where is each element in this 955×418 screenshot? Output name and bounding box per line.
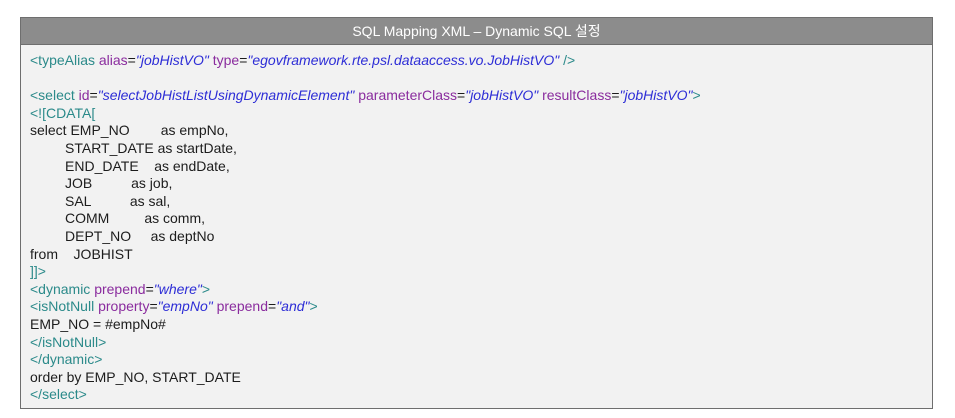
code-text: JOB as job, (30, 175, 173, 192)
code-line: COMM as comm, (30, 210, 923, 228)
box-title: SQL Mapping XML – Dynamic SQL 설정 (352, 23, 601, 39)
xml-tag: > (201, 280, 211, 297)
xml-tag: /> (559, 52, 576, 68)
code-line: EMP_NO = #empNo# (30, 316, 923, 334)
code-text: COMM as comm, (30, 210, 206, 227)
xml-tag: </select> (30, 386, 87, 403)
xml-tag: > (309, 298, 318, 315)
code-text: from JOBHIST (30, 245, 133, 262)
xml-attribute-name: parameterClass (354, 87, 458, 104)
xml-tag: </isNotNull> (30, 333, 107, 350)
code-line: END_DATE as endDate, (30, 158, 923, 176)
xml-attribute-value: "jobHistVO" (135, 52, 209, 68)
xml-tag: <dynamic (30, 280, 91, 297)
code-text: select EMP_NO as empNo, (30, 122, 229, 139)
xml-tag: <![CDATA[ (30, 104, 96, 121)
code-text: order by EMP_NO, START_DATE (30, 368, 241, 385)
code-text: DEPT_NO as deptNo (30, 227, 215, 244)
code-text: = (149, 298, 158, 315)
code-listing-box: SQL Mapping XML – Dynamic SQL 설정 <typeAl… (20, 17, 933, 409)
code-line: <select id="selectJobHistListUsingDynami… (30, 87, 923, 105)
xml-attribute-name: type (208, 52, 240, 68)
code-text: = (268, 298, 277, 315)
xml-attribute-value: "and" (276, 298, 310, 315)
xml-tag: <typeAlias (30, 52, 95, 68)
code-text: START_DATE as startDate, (30, 139, 237, 156)
code-line: SAL as sal, (30, 193, 923, 211)
xml-attribute-value: "jobHistVO" (619, 87, 693, 104)
code-text: = (89, 87, 98, 104)
code-text: SAL as sal, (30, 192, 171, 209)
xml-attribute-value: "jobHistVO" (465, 87, 539, 104)
code-line: ]]> (30, 263, 923, 281)
code-line: <typeAlias alias="jobHistVO" type="egovf… (30, 52, 923, 70)
code-line: </dynamic> (30, 351, 923, 369)
xml-attribute-name: prepend (212, 298, 268, 315)
code-body: <typeAlias alias="jobHistVO" type="egovf… (21, 45, 932, 408)
xml-attribute-name: prepend (90, 280, 146, 297)
xml-attribute-name: id (74, 87, 90, 104)
xml-attribute-value: "where" (153, 280, 202, 297)
code-text: = (127, 52, 136, 68)
xml-attribute-name: resultClass (538, 87, 612, 104)
code-line: </select> (30, 386, 923, 404)
xml-tag: > (692, 87, 701, 104)
xml-tag: <select (30, 87, 75, 104)
xml-attribute-name: property (94, 298, 150, 315)
code-line: order by EMP_NO, START_DATE (30, 369, 923, 387)
xml-attribute-value: "egovframework.rte.psl.dataaccess.vo.Job… (247, 52, 560, 68)
code-line: START_DATE as startDate, (30, 140, 923, 158)
code-line: from JOBHIST (30, 246, 923, 264)
xml-attribute-value: "selectJobHistListUsingDynamicElement" (97, 87, 355, 104)
code-text: END_DATE as endDate, (30, 157, 230, 174)
code-line: select EMP_NO as empNo, (30, 122, 923, 140)
code-text: = (145, 280, 154, 297)
xml-tag: ]]> (30, 263, 46, 280)
box-title-bar: SQL Mapping XML – Dynamic SQL 설정 (21, 18, 932, 45)
code-line: JOB as job, (30, 175, 923, 193)
xml-tag: </dynamic> (30, 351, 103, 368)
xml-attribute-name: alias (94, 52, 128, 68)
code-text: = (611, 87, 620, 104)
code-text: = (457, 87, 466, 104)
code-line: </isNotNull> (30, 334, 923, 352)
code-line: <isNotNull property="empNo" prepend="and… (30, 298, 923, 316)
code-text: EMP_NO = #empNo# (30, 315, 166, 332)
code-line: <![CDATA[ (30, 105, 923, 123)
code-line: DEPT_NO as deptNo (30, 228, 923, 246)
xml-tag: <isNotNull (30, 298, 95, 315)
code-line: <dynamic prepend="where"> (30, 281, 923, 299)
xml-attribute-value: "empNo" (157, 298, 213, 315)
